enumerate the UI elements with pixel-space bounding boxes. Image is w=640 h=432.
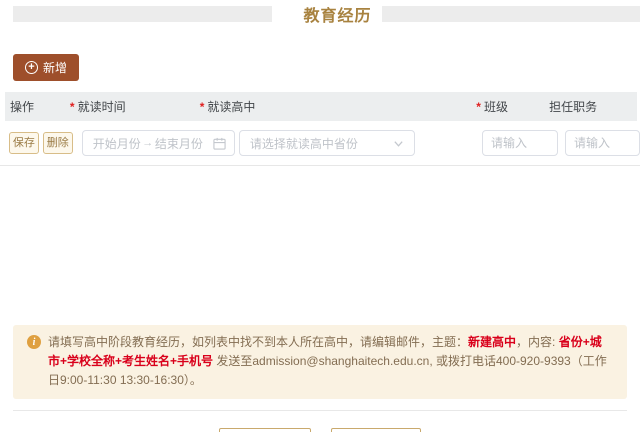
header-class-label: 班级 — [483, 100, 508, 114]
notice-part1: 请填写高中阶段教育经历，如列表中找不到本人所在高中，请编辑邮件，主题： — [48, 335, 469, 349]
add-button[interactable]: + 新增 — [13, 54, 80, 81]
header-study-time: * 就读时间 — [70, 98, 200, 115]
end-month-placeholder: 结束月份 — [154, 136, 203, 151]
required-asterisk: * — [69, 99, 75, 114]
notice-banner: i 请填写高中阶段教育经历，如列表中找不到本人所在高中，请编辑邮件，主题：新建高… — [13, 325, 627, 399]
header-operation: 操作 — [10, 98, 70, 115]
notice-text: 请填写高中阶段教育经历，如列表中找不到本人所在高中，请编辑邮件，主题：新建高中，… — [48, 333, 611, 390]
required-asterisk: * — [476, 99, 481, 114]
header-position: 担任职务 — [549, 98, 637, 115]
info-icon: i — [27, 335, 41, 349]
circle-plus-icon: + — [25, 61, 38, 74]
start-month-placeholder: 开始月份 — [92, 136, 141, 151]
save-button[interactable]: 保存 — [9, 132, 39, 154]
header-high-school: * 就读高中 — [200, 98, 477, 115]
table-header-row: 操作 * 就读时间 * 就读高中 * 班级 担任职务 — [5, 92, 637, 121]
chevron-down-icon — [394, 140, 403, 147]
title-divider-left — [13, 6, 272, 22]
class-input[interactable] — [482, 130, 558, 156]
study-time-range-picker[interactable]: 开始月份 → 结束月份 — [81, 130, 235, 156]
next-step-button[interactable]: 高中学习成绩 > — [331, 428, 421, 432]
header-study-time-label: 就读时间 — [77, 100, 126, 114]
title-divider-right — [381, 6, 640, 22]
header-position-label: 担任职务 — [549, 100, 598, 114]
header-operation-label: 操作 — [10, 100, 35, 114]
delete-button[interactable]: 删除 — [42, 132, 73, 154]
footer-nav: < 选考科目 高中学习成绩 > — [0, 428, 640, 432]
prev-step-button[interactable]: < 选考科目 — [219, 428, 311, 432]
notice-subject-highlight: 新建高中 — [468, 335, 517, 349]
section-header: 教育经历 — [13, 4, 640, 25]
notice-part2: ，内容: — [516, 335, 559, 349]
footer-divider — [13, 410, 627, 411]
province-select-placeholder: 请选择就读高中省份 — [249, 136, 358, 151]
high-school-province-select[interactable]: 请选择就读高中省份 — [238, 130, 415, 156]
table-row: 保存 删除 开始月份 → 结束月份 请选择就读高中省份 — [0, 121, 640, 166]
range-arrow-icon: → — [142, 137, 154, 149]
page-title: 教育经历 — [303, 8, 372, 25]
calendar-icon — [213, 137, 226, 150]
position-input[interactable] — [565, 130, 640, 156]
add-button-label: 新增 — [43, 61, 68, 75]
header-high-school-label: 就读高中 — [207, 100, 256, 114]
required-asterisk: * — [199, 99, 205, 114]
header-class: * 班级 — [476, 98, 549, 115]
